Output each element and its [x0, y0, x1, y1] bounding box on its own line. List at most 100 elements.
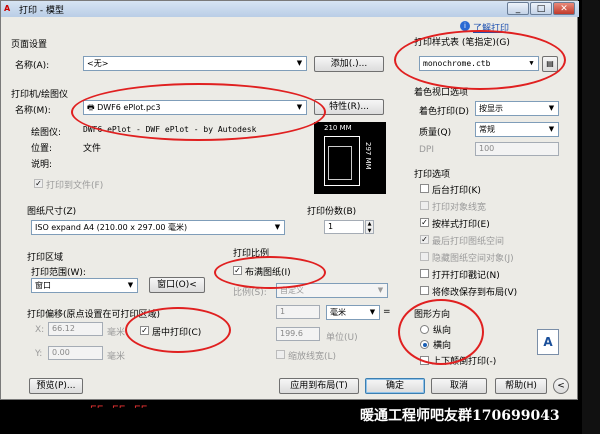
quality-label: 质量(Q) [419, 128, 452, 138]
offset-x-input[interactable]: 66.12 [48, 322, 103, 336]
chevron-down-icon: ▼ [548, 104, 555, 112]
option-checkbox[interactable] [420, 286, 429, 295]
maximize-button[interactable]: □ [530, 2, 552, 15]
window-select-button[interactable]: 窗口(O)< [149, 277, 205, 293]
chevron-down-icon: ▼ [369, 308, 376, 316]
ok-button[interactable]: 确定 [365, 378, 425, 394]
option-label: 打开打印戳记(N) [432, 271, 500, 281]
chevron-down-icon: ▼ [548, 125, 555, 133]
option-plot-with-styles[interactable]: ✓ 按样式打印(E) [420, 216, 570, 230]
preview-height: 297 MM [364, 142, 372, 170]
option-plot-lineweights[interactable]: 打印对象线宽 [420, 199, 570, 213]
cad-mark: ⌐⌐ [134, 402, 148, 411]
option-plot-stamp[interactable]: 打开打印戳记(N) [420, 267, 570, 281]
plot-range-value: 窗口 [35, 281, 51, 290]
option-label: 最后打印图纸空间 [432, 237, 505, 247]
scale-lineweights-checkbox[interactable] [276, 350, 285, 359]
option-label: 将修改保存到布局(V) [432, 288, 518, 298]
location-value: 文件 [83, 144, 102, 154]
option-label: 后台打印(K) [432, 186, 481, 196]
plotter-label: 绘图仪: [31, 128, 62, 138]
window-title: 打印 - 模型 [19, 6, 64, 16]
help-button[interactable]: 帮助(H) [495, 378, 547, 394]
paper-size-group-label: 图纸尺寸(Z) [27, 207, 77, 217]
shade-plot-label: 着色打印(D) [419, 107, 469, 117]
page-orientation-icon: A [537, 329, 559, 355]
copies-input[interactable]: 1 [324, 220, 364, 234]
paper-size-value: ISO expand A4 (210.00 x 297.00 毫米) [35, 223, 188, 232]
paper-size-select[interactable]: ISO expand A4 (210.00 x 297.00 毫米) ▼ [31, 220, 285, 235]
copies-group-label: 打印份数(B) [307, 207, 357, 217]
scale-unit-select[interactable]: 毫米 ▼ [326, 305, 380, 320]
plot-options-group-label: 打印选项 [414, 170, 451, 180]
copies-spinner[interactable]: ▲ ▼ [365, 220, 374, 234]
offset-x-label: X: [35, 325, 45, 335]
dpi-label: DPI [419, 145, 435, 155]
print-to-file-label: 打印到文件(F) [46, 181, 104, 191]
chevron-down-icon: ▼ [127, 281, 134, 289]
option-checkbox[interactable]: ✓ [420, 235, 429, 244]
scale-equals: = [383, 307, 391, 317]
option-hide-paperspace-objects[interactable]: 隐藏图纸空间对象(J) [420, 250, 570, 264]
cancel-button[interactable]: 取消 [431, 378, 487, 394]
option-checkbox[interactable] [420, 184, 429, 193]
highlight-plotter [71, 83, 326, 141]
quality-value: 常规 [479, 125, 495, 134]
close-button[interactable]: ✕ [553, 2, 575, 15]
add-page-setup-button[interactable]: 添加(.)... [314, 56, 384, 72]
offset-y-unit: 毫米 [107, 352, 126, 362]
paper-preview: 210 MM 297 MM [314, 122, 386, 194]
chevron-down-icon: ▼ [377, 286, 384, 294]
page-setup-name-value: <无> [87, 59, 109, 68]
page-setup-group-label: 页面设置 [11, 40, 48, 50]
printable-area [328, 146, 352, 180]
plot-range-label: 打印范围(W): [31, 268, 86, 278]
print-dialog: A 打印 - 模型 _ □ ✕ i 了解打印 页面设置 名称(A): <无> ▼ … [0, 0, 579, 400]
plot-options-list: 后台打印(K) 打印对象线宽 ✓ 按样式打印(E) ✓ 最后打印图纸空间 隐藏图纸空… [420, 182, 570, 302]
scale-numerator-input[interactable]: 1 [276, 305, 320, 319]
page-setup-name-select[interactable]: <无> ▼ [83, 56, 307, 71]
autocad-logo-icon: A [4, 4, 11, 13]
preview-width: 210 MM [324, 124, 352, 132]
page-setup-name-label: 名称(A): [15, 61, 50, 71]
chevron-down-icon: ▼ [274, 223, 281, 231]
location-label: 位置: [31, 144, 53, 154]
option-label: 按样式打印(E) [432, 220, 490, 230]
dpi-input[interactable]: 100 [475, 142, 559, 156]
cad-mark: ⌐⌐ [90, 402, 104, 411]
option-checkbox[interactable]: ✓ [420, 218, 429, 227]
group-watermark: 暖通工程师吧友群170699043 [360, 408, 560, 424]
offset-y-label: Y: [35, 349, 43, 359]
quality-select[interactable]: 常规 ▼ [475, 122, 559, 137]
option-background-plot[interactable]: 后台打印(K) [420, 182, 570, 196]
option-save-to-layout[interactable]: 将修改保存到布局(V) [420, 284, 570, 298]
highlight-fit-to-paper [214, 256, 326, 289]
units-label: 单位(U) [326, 333, 358, 343]
minimize-button[interactable]: _ [507, 2, 529, 15]
collapse-options-button[interactable]: < [553, 378, 569, 394]
option-checkbox[interactable] [420, 201, 429, 210]
plotter-group-label: 打印机/绘图仪 [11, 90, 69, 100]
option-plot-paperspace-last[interactable]: ✓ 最后打印图纸空间 [420, 233, 570, 247]
highlight-plot-style [394, 30, 566, 90]
preview-button[interactable]: 预览(P)... [29, 378, 83, 394]
scale-unit-value: 毫米 [330, 308, 346, 317]
cad-mark: ⌐⌐ [112, 402, 126, 411]
option-label: 打印对象线宽 [432, 203, 487, 213]
option-label: 隐藏图纸空间对象(J) [432, 254, 514, 264]
print-to-file-checkbox[interactable]: ✓ [34, 179, 43, 188]
title-bar: A 打印 - 模型 _ □ ✕ [1, 1, 579, 17]
apply-to-layout-button[interactable]: 应用到布局(T) [279, 378, 359, 394]
option-checkbox[interactable] [420, 269, 429, 278]
scale-denominator-input[interactable]: 199.6 [276, 327, 320, 341]
chevron-down-icon: ▼ [296, 59, 303, 67]
highlight-center-plot [125, 307, 231, 353]
option-checkbox[interactable] [420, 252, 429, 261]
plot-range-select[interactable]: 窗口 ▼ [31, 278, 138, 293]
offset-y-input[interactable]: 0.00 [48, 346, 103, 360]
plotter-name-label: 名称(M): [15, 106, 51, 116]
shade-plot-select[interactable]: 按显示 ▼ [475, 101, 559, 116]
shade-plot-value: 按显示 [479, 104, 503, 113]
description-label: 说明: [31, 160, 53, 170]
plot-area-group-label: 打印区域 [27, 253, 64, 263]
